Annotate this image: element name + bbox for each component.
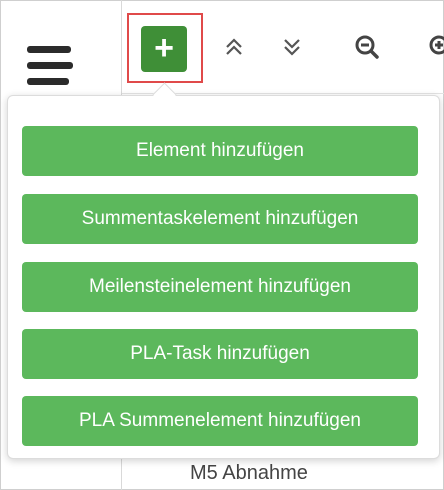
add-element-menu-item[interactable]: Element hinzufügen — [22, 126, 418, 176]
add-pla-summary-menu-item[interactable]: PLA Summenelement hinzufügen — [22, 396, 418, 446]
add-milestone-menu-item[interactable]: Meilensteinelement hinzufügen — [22, 262, 418, 312]
zoom-out-icon[interactable] — [352, 32, 382, 62]
add-button[interactable]: + — [141, 26, 187, 72]
add-summary-task-menu-item[interactable]: Summentaskelement hinzufügen — [22, 194, 418, 244]
chevron-double-down-icon[interactable] — [277, 32, 307, 62]
add-pla-task-menu-item[interactable]: PLA-Task hinzufügen — [22, 329, 418, 379]
zoom-in-icon[interactable] — [426, 32, 444, 62]
background-row-label: M5 Abnahme — [190, 462, 308, 484]
chevron-double-up-icon[interactable] — [219, 32, 249, 62]
hamburger-menu-icon[interactable] — [27, 46, 73, 90]
hamburger-line — [27, 46, 71, 53]
hamburger-line — [27, 78, 69, 85]
hamburger-line — [27, 62, 73, 69]
